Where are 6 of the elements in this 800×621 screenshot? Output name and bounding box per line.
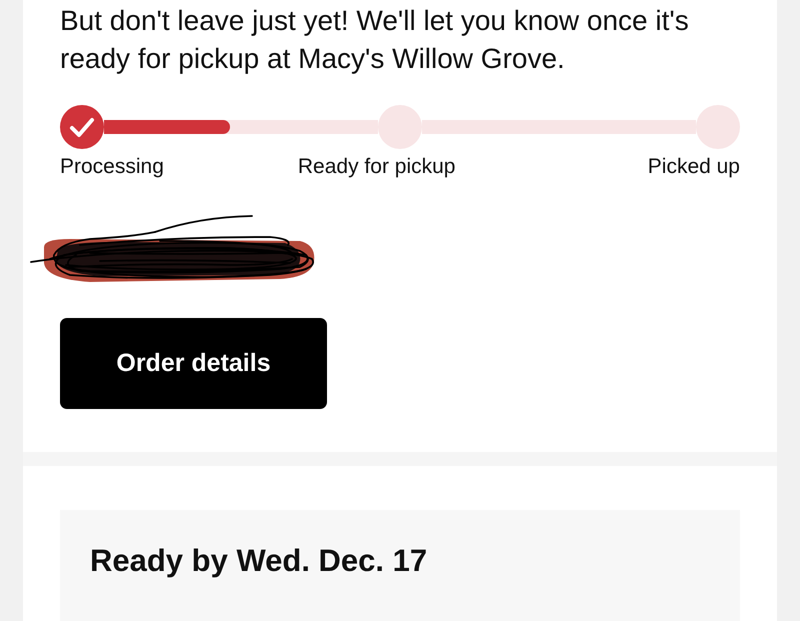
step-label: Picked up (648, 155, 740, 179)
order-details-button[interactable]: Order details (60, 318, 327, 409)
step-label: Ready for pickup (298, 155, 456, 179)
pickup-date-heading: Ready by Wed. Dec. 17 (90, 542, 428, 580)
status-message: But don't leave just yet! We'll let you know once it's ready for pickup at Macy's Willow Grove. (60, 4, 690, 76)
step-label: Processing (60, 155, 164, 179)
